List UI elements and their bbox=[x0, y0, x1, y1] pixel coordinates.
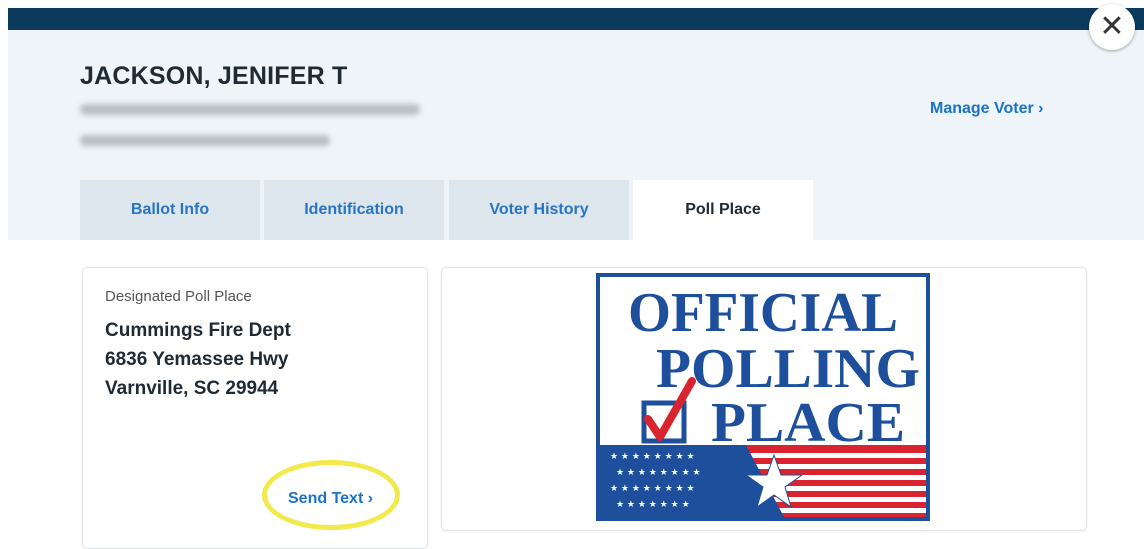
poll-place-address: Cummings Fire Dept 6836 Yemassee Hwy Var… bbox=[105, 316, 291, 403]
svg-text:★ ★ ★ ★ ★ ★ ★: ★ ★ ★ ★ ★ ★ ★ bbox=[616, 500, 690, 510]
poll-place-city: Varnville, SC 29944 bbox=[105, 378, 279, 399]
official-polling-place-sign: OFFICIAL POLLING PLACE ★ ★ ★ ★ ★ ★ ★ ★ ★… bbox=[596, 273, 930, 521]
send-text-link[interactable]: Send Text › bbox=[288, 490, 373, 508]
svg-text:★ ★ ★ ★ ★ ★ ★ ★: ★ ★ ★ ★ ★ ★ ★ ★ bbox=[610, 452, 695, 462]
sign-line-1: OFFICIAL bbox=[628, 282, 898, 344]
svg-text:★ ★ ★ ★ ★ ★ ★ ★: ★ ★ ★ ★ ★ ★ ★ ★ bbox=[610, 484, 695, 494]
manage-voter-link[interactable]: Manage Voter › bbox=[930, 100, 1044, 118]
tab-poll-place[interactable]: Poll Place bbox=[633, 180, 813, 240]
voter-name: JACKSON, JENIFER T bbox=[80, 62, 348, 90]
poll-place-street: 6836 Yemassee Hwy bbox=[105, 349, 289, 370]
sign-line-3: PLACE bbox=[711, 392, 905, 454]
top-bar bbox=[8, 8, 1144, 30]
tab-voter-history[interactable]: Voter History bbox=[449, 180, 629, 240]
close-button[interactable]: ✕ bbox=[1089, 4, 1135, 50]
poll-place-name: Cummings Fire Dept bbox=[105, 320, 291, 341]
sign-line-2: POLLING bbox=[656, 338, 920, 400]
tab-ballot-info[interactable]: Ballot Info bbox=[80, 180, 260, 240]
svg-text:★ ★ ★ ★ ★ ★ ★ ★: ★ ★ ★ ★ ★ ★ ★ ★ bbox=[616, 468, 701, 478]
redacted-birthdate bbox=[80, 135, 330, 146]
redacted-address bbox=[80, 104, 420, 115]
poll-place-label: Designated Poll Place bbox=[105, 288, 252, 305]
close-icon: ✕ bbox=[1099, 9, 1125, 44]
tab-identification[interactable]: Identification bbox=[264, 180, 444, 240]
